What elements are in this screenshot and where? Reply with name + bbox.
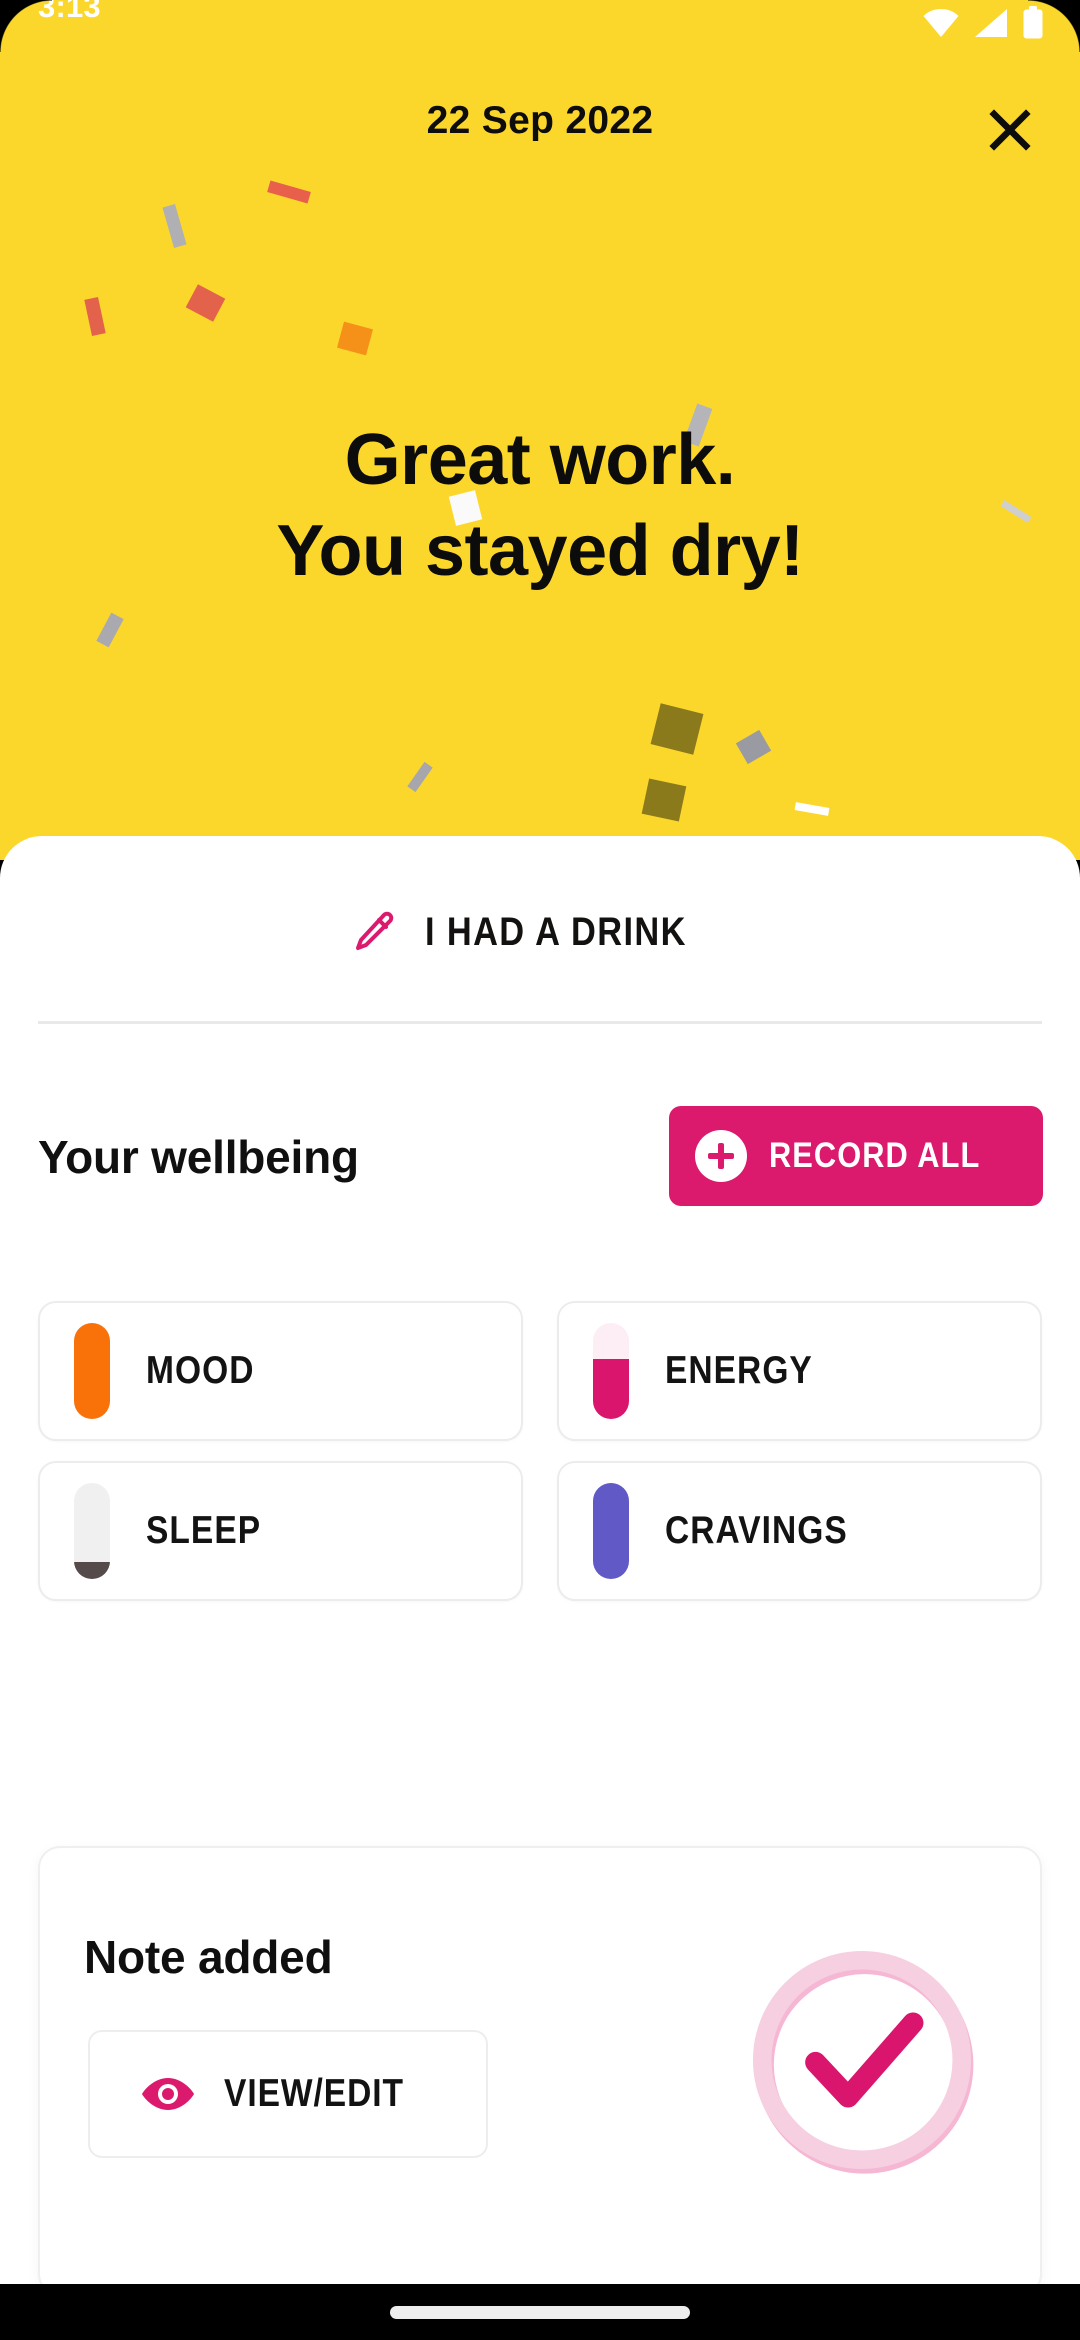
- view-edit-label: VIEW/EDIT: [224, 2072, 404, 2115]
- metric-card-cravings[interactable]: CRAVINGS: [557, 1461, 1042, 1601]
- close-icon: [989, 109, 1031, 151]
- energy-gauge: [593, 1323, 629, 1419]
- cravings-gauge: [593, 1483, 629, 1579]
- wellbeing-metrics: MOOD ENERGY SLEEP CRAVINGS: [38, 1301, 1042, 1601]
- headline: Great work. You stayed dry!: [0, 415, 1080, 596]
- battery-icon: [1023, 6, 1043, 39]
- confetti-piece: [641, 778, 687, 822]
- status-icons: [922, 6, 1044, 40]
- details-sheet: I HAD A DRINK Your wellbeing RECORD ALL …: [0, 836, 1080, 2296]
- confetti-piece: [267, 180, 311, 204]
- status-time: 3:13: [38, 0, 101, 24]
- sleep-gauge: [74, 1483, 110, 1579]
- note-card: Note added VIEW/EDIT: [38, 1846, 1042, 2296]
- metric-label-energy: ENERGY: [665, 1349, 813, 1392]
- section-divider: [38, 1021, 1042, 1024]
- cellular-signal-icon: [975, 9, 1007, 37]
- i-had-a-drink-label: I HAD A DRINK: [424, 909, 687, 954]
- metric-card-mood[interactable]: MOOD: [38, 1301, 523, 1441]
- close-button[interactable]: [972, 92, 1048, 168]
- confetti-piece: [650, 703, 704, 755]
- phone-screen: 3:13 22 Sep 2022 Great work. You stayed …: [0, 0, 1080, 2340]
- metric-label-mood: MOOD: [146, 1349, 255, 1392]
- home-gesture-pill[interactable]: [390, 2305, 690, 2319]
- metric-label-cravings: CRAVINGS: [665, 1509, 848, 1552]
- headline-line-1: Great work.: [344, 420, 736, 500]
- check-circle-icon: [752, 1950, 974, 2174]
- wellbeing-title: Your wellbeing: [38, 1131, 359, 1183]
- plus-circle-icon: [694, 1130, 747, 1182]
- system-nav-bar: [0, 2284, 1080, 2340]
- celebration-hero: 3:13 22 Sep 2022 Great work. You stayed …: [0, 0, 1080, 860]
- confetti-piece: [407, 761, 433, 793]
- metric-card-energy[interactable]: ENERGY: [557, 1301, 1042, 1441]
- record-all-button[interactable]: RECORD ALL: [668, 1106, 1043, 1206]
- confetti-piece: [794, 802, 830, 816]
- confetti-piece: [735, 729, 772, 765]
- wifi-icon: [923, 9, 959, 37]
- note-title: Note added: [84, 1931, 333, 1983]
- headline-line-2: You stayed dry!: [276, 510, 804, 591]
- confetti-piece: [162, 204, 187, 248]
- pencil-edit-icon: [355, 911, 393, 950]
- entry-date: 22 Sep 2022: [426, 99, 654, 142]
- metric-label-sleep: SLEEP: [146, 1509, 262, 1552]
- confetti-piece: [84, 296, 106, 337]
- wellbeing-header: Your wellbeing RECORD ALL: [38, 1106, 1043, 1218]
- eye-icon: [142, 2078, 194, 2110]
- confetti-piece: [337, 321, 373, 356]
- confetti-piece: [185, 284, 226, 322]
- hero-header: 22 Sep 2022: [0, 92, 1080, 174]
- metric-card-sleep[interactable]: SLEEP: [38, 1461, 523, 1601]
- mood-gauge: [74, 1323, 110, 1419]
- i-had-a-drink-button[interactable]: I HAD A DRINK: [0, 889, 1080, 975]
- status-bar: 3:13: [0, 0, 1080, 62]
- confetti-piece: [96, 612, 124, 648]
- view-edit-note-button[interactable]: VIEW/EDIT: [88, 2030, 488, 2158]
- record-all-label: RECORD ALL: [768, 1136, 981, 1175]
